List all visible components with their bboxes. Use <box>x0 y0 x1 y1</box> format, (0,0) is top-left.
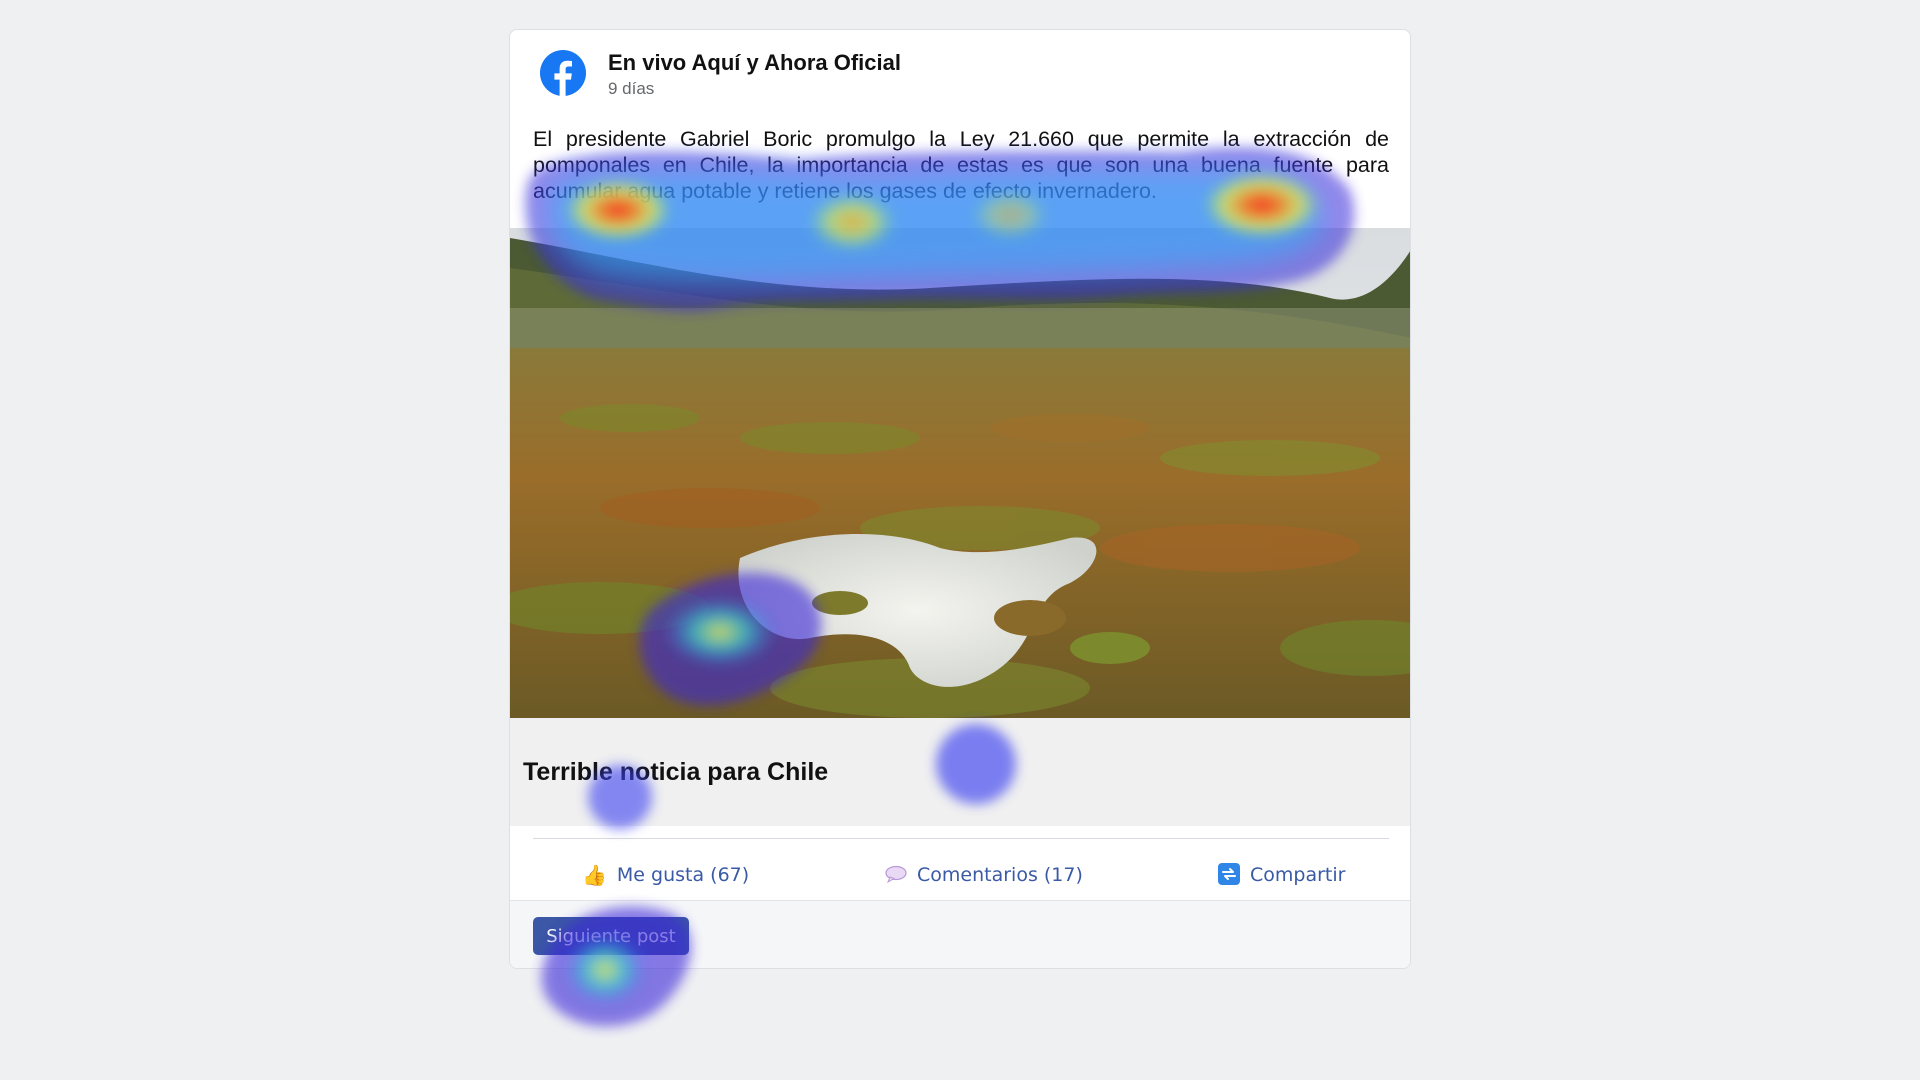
comment-label: Comentarios (17) <box>917 864 1083 886</box>
post-actions-bar: 👍 Me gusta (67) Comentarios (17) Compart… <box>510 850 1410 900</box>
speech-bubble-icon <box>885 865 907 886</box>
comment-button[interactable]: Comentarios (17) <box>885 850 1083 900</box>
share-button[interactable]: Compartir <box>1218 850 1345 900</box>
thumbs-up-icon: 👍 <box>582 863 607 887</box>
like-button[interactable]: 👍 Me gusta (67) <box>582 850 749 900</box>
facebook-logo-icon <box>540 50 586 96</box>
share-label: Compartir <box>1250 864 1346 886</box>
next-post-button[interactable]: Siguiente post <box>533 917 689 955</box>
post-card: En vivo Aquí y Ahora Oficial 9 días El p… <box>509 29 1411 969</box>
post-header: En vivo Aquí y Ahora Oficial 9 días <box>510 30 1410 120</box>
post-footer: Siguiente post <box>510 900 1410 968</box>
share-icon <box>1218 862 1240 888</box>
like-label: Me gusta (67) <box>616 864 750 886</box>
peatland-landscape-image <box>510 228 1410 718</box>
post-body-text: El presidente Gabriel Boric promulgo la … <box>533 127 1389 203</box>
post-photo[interactable] <box>510 228 1410 718</box>
post-timestamp: 9 días <box>608 79 655 98</box>
post-author[interactable]: En vivo Aquí y Ahora Oficial <box>608 50 901 76</box>
link-preview-title[interactable]: Terrible noticia para Chile <box>523 758 828 787</box>
actions-divider <box>533 838 1389 839</box>
link-preview[interactable]: Terrible noticia para Chile <box>510 718 1410 826</box>
